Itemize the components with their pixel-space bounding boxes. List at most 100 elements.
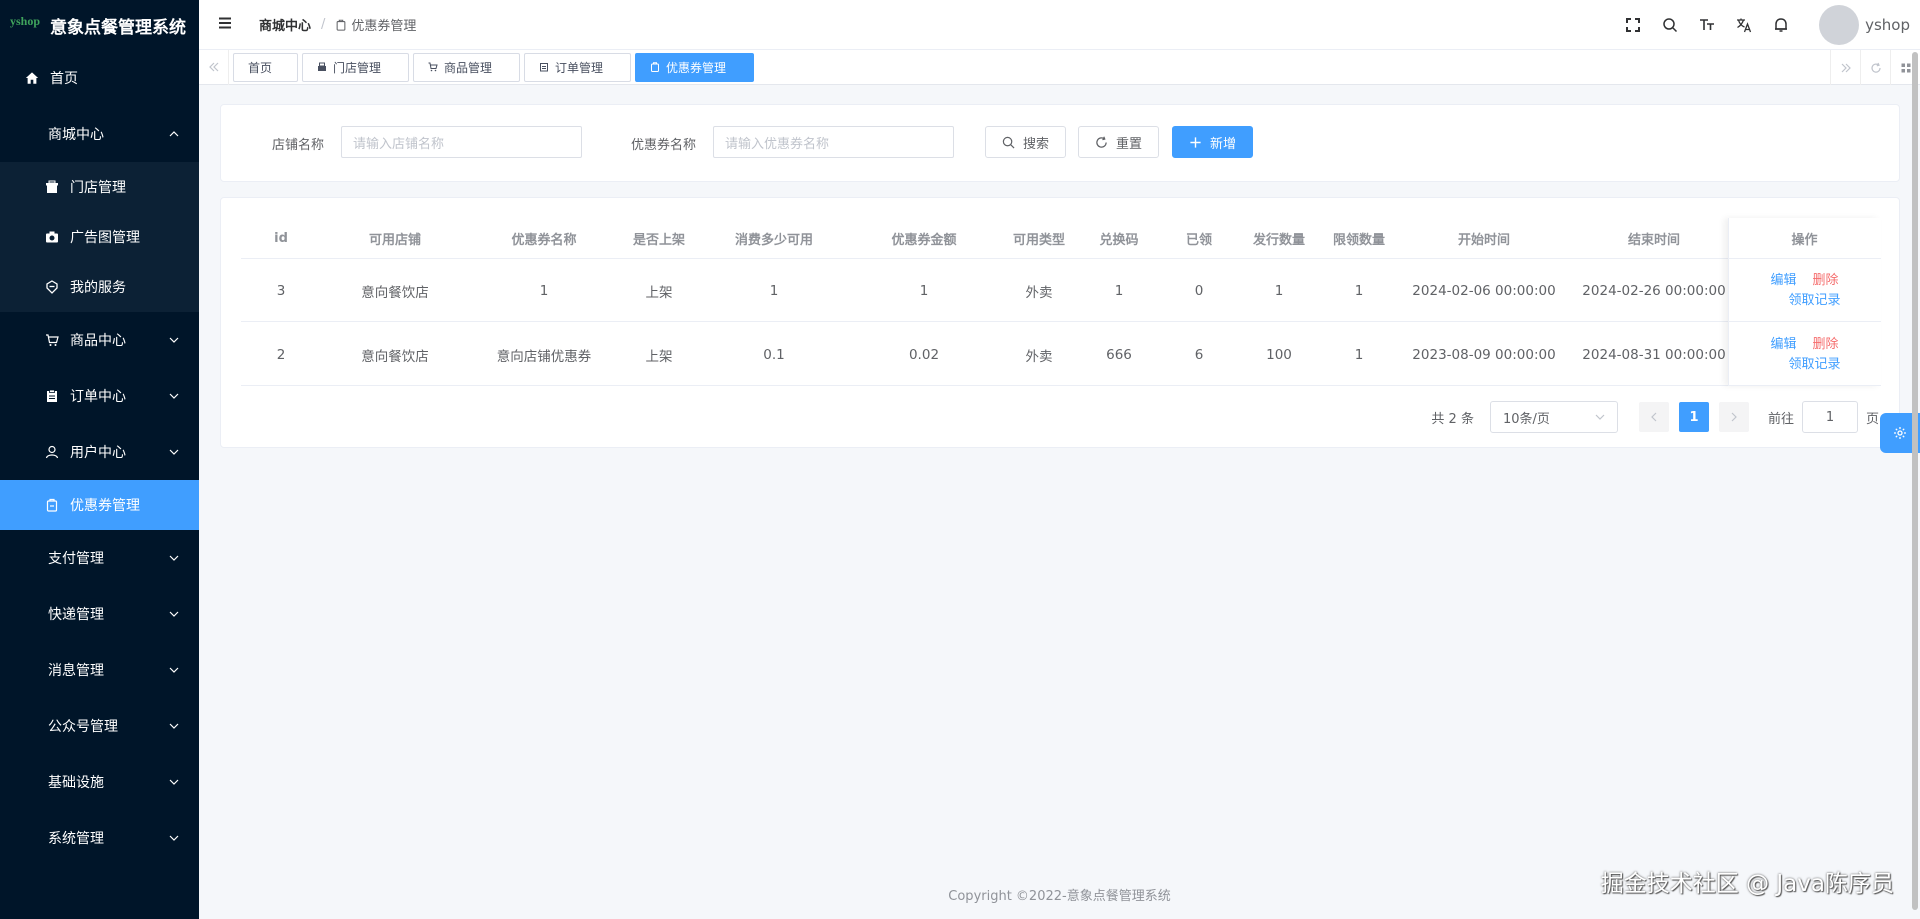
tag-coupon-mgmt[interactable]: 优惠券管理 bbox=[635, 52, 754, 82]
toolbar-right: yshop bbox=[1614, 0, 1920, 50]
tag-store-mgmt[interactable]: 门店管理 bbox=[302, 52, 409, 82]
cell-actions: 编辑 删除 领取记录 bbox=[1728, 259, 1881, 322]
sidebar-item-label: 订单中心 bbox=[70, 389, 126, 405]
app-title: 意象点餐管理系统 bbox=[50, 17, 187, 38]
search-button-label: 搜索 bbox=[1022, 136, 1049, 152]
vertical-scrollbar[interactable] bbox=[1912, 52, 1918, 912]
cell-type: 外卖 bbox=[1025, 284, 1053, 301]
th-coupon-name[interactable]: 优惠券名称 bbox=[469, 218, 619, 259]
add-button-label: 新增 bbox=[1209, 136, 1236, 152]
cell-code: 666 bbox=[1106, 346, 1132, 363]
coupon-name-input[interactable]: 请输入优惠券名称 bbox=[713, 126, 954, 158]
sidebar-item-my-services[interactable]: 我的服务 bbox=[0, 262, 199, 312]
shop-name-input[interactable]: 请输入店铺名称 bbox=[341, 126, 582, 158]
th-received[interactable]: 已领 bbox=[1159, 218, 1239, 259]
sidebar-item-payment-mgmt[interactable]: 支付管理 bbox=[0, 530, 199, 586]
records-button[interactable]: 领取记录 bbox=[1788, 355, 1840, 375]
cell-id: 2 bbox=[276, 346, 286, 363]
sidebar-item-label: 公众号管理 bbox=[48, 719, 118, 735]
username[interactable]: yshop bbox=[1865, 16, 1910, 34]
tag-label: 门店管理 bbox=[333, 60, 382, 75]
plus-icon bbox=[1190, 136, 1201, 148]
breadcrumb-parent[interactable]: 商城中心 bbox=[259, 15, 311, 34]
breadcrumb-current-label: 优惠券管理 bbox=[351, 19, 417, 34]
cell-received: 6 bbox=[1194, 346, 1204, 363]
sidebar-item-system-mgmt[interactable]: 系统管理 bbox=[0, 810, 199, 866]
search-icon[interactable] bbox=[1651, 0, 1688, 50]
th-code[interactable]: 兑换码 bbox=[1079, 218, 1159, 259]
cell-shop: 意向餐饮店 bbox=[361, 348, 429, 365]
reset-button[interactable]: 重置 bbox=[1078, 126, 1159, 158]
page-size-select[interactable]: 10条/页 bbox=[1489, 401, 1618, 433]
add-button[interactable]: 新增 bbox=[1172, 126, 1253, 158]
cell-amount: 0.02 bbox=[908, 346, 940, 363]
fullscreen-icon[interactable] bbox=[1614, 0, 1651, 50]
sidebar-item-order-center[interactable]: 订单中心 bbox=[0, 368, 199, 424]
page-size-value: 10条/页 bbox=[1502, 411, 1550, 427]
store-icon bbox=[44, 179, 60, 195]
logo[interactable]: yshop 意象点餐管理系统 bbox=[0, 0, 199, 50]
sidebar-item-ad-mgmt[interactable]: 广告图管理 bbox=[0, 212, 199, 262]
tags-scroll-left[interactable] bbox=[199, 49, 229, 85]
th-id[interactable]: id bbox=[241, 218, 321, 259]
goto-page-input[interactable]: 1 bbox=[1801, 401, 1858, 433]
chevron-down-icon bbox=[169, 335, 179, 345]
bell-icon[interactable] bbox=[1762, 0, 1799, 50]
sidebar-item-official-account-mgmt[interactable]: 公众号管理 bbox=[0, 698, 199, 754]
translate-icon[interactable] bbox=[1725, 0, 1762, 50]
font-size-icon[interactable] bbox=[1688, 0, 1725, 50]
cell-coupon-name: 意向店铺优惠券 bbox=[496, 348, 592, 365]
th-limit[interactable]: 限领数量 bbox=[1319, 218, 1399, 259]
chevron-down-icon bbox=[169, 833, 179, 843]
goto-label: 前往 bbox=[1767, 411, 1794, 427]
shop-name-label: 店铺名称 bbox=[272, 138, 325, 153]
sidebar-item-store-mgmt[interactable]: 门店管理 bbox=[0, 162, 199, 212]
tag-order-mgmt[interactable]: 订单管理 bbox=[524, 52, 631, 82]
edit-button[interactable]: 编辑 bbox=[1770, 271, 1796, 291]
avatar[interactable] bbox=[1819, 5, 1860, 45]
cell-limit: 1 bbox=[1354, 282, 1364, 299]
page-number-current[interactable]: 1 bbox=[1678, 402, 1709, 432]
coupon-icon bbox=[337, 19, 346, 31]
sidebar-item-message-mgmt[interactable]: 消息管理 bbox=[0, 642, 199, 698]
th-end-time[interactable]: 结束时间 bbox=[1569, 218, 1739, 259]
sidebar-item-base-settings[interactable]: 基础设施 bbox=[0, 754, 199, 810]
cell-min-spend: 1 bbox=[769, 282, 779, 299]
cart-icon bbox=[44, 332, 60, 348]
th-shop[interactable]: 可用店铺 bbox=[321, 218, 469, 259]
sidebar-item-home[interactable]: 首页 bbox=[0, 50, 199, 106]
th-min-spend[interactable]: 消费多少可用 bbox=[699, 218, 849, 259]
th-issued[interactable]: 发行数量 bbox=[1239, 218, 1319, 259]
th-on-shelf[interactable]: 是否上架 bbox=[619, 218, 699, 259]
scrollbar-thumb[interactable] bbox=[1912, 52, 1918, 910]
sidebar-item-label: 支付管理 bbox=[48, 551, 104, 567]
sidebar-item-express-mgmt[interactable]: 快递管理 bbox=[0, 586, 199, 642]
tag-label: 订单管理 bbox=[555, 60, 604, 75]
chevron-down-icon bbox=[1595, 414, 1605, 420]
th-start-time[interactable]: 开始时间 bbox=[1399, 218, 1569, 259]
sidebar-item-coupon-mgmt[interactable]: 优惠券管理 bbox=[0, 480, 199, 530]
cell-issued: 1 bbox=[1274, 282, 1284, 299]
records-button[interactable]: 领取记录 bbox=[1788, 291, 1840, 311]
search-button[interactable]: 搜索 bbox=[985, 126, 1066, 158]
tag-product-mgmt[interactable]: 商品管理 bbox=[413, 52, 520, 82]
delete-button[interactable]: 删除 bbox=[1813, 335, 1839, 355]
sidebar-item-product-center[interactable]: 商品中心 bbox=[0, 312, 199, 368]
edit-button[interactable]: 编辑 bbox=[1770, 335, 1796, 355]
th-amount[interactable]: 优惠券金额 bbox=[849, 218, 999, 259]
th-type[interactable]: 可用类型 bbox=[999, 218, 1079, 259]
sidebar-item-label: 用户中心 bbox=[70, 445, 126, 461]
tag-home[interactable]: 首页 bbox=[233, 52, 298, 82]
tags-scroll-right[interactable] bbox=[1830, 50, 1860, 85]
hamburger-toggle[interactable] bbox=[205, 0, 245, 50]
cell-start-time: 2023-08-09 00:00:00 bbox=[1412, 346, 1556, 363]
sidebar-group-mall-center[interactable]: 商城中心 bbox=[0, 106, 199, 162]
clipboard-icon bbox=[44, 388, 60, 404]
prev-page-button[interactable] bbox=[1638, 402, 1669, 432]
sidebar-item-user-center[interactable]: 用户中心 bbox=[0, 424, 199, 480]
refresh-button[interactable] bbox=[1860, 50, 1890, 85]
sidebar-item-label: 快递管理 bbox=[48, 607, 104, 623]
delete-button[interactable]: 删除 bbox=[1813, 271, 1839, 291]
goto-page-value: 1 bbox=[1825, 409, 1835, 425]
next-page-button[interactable] bbox=[1718, 402, 1749, 432]
